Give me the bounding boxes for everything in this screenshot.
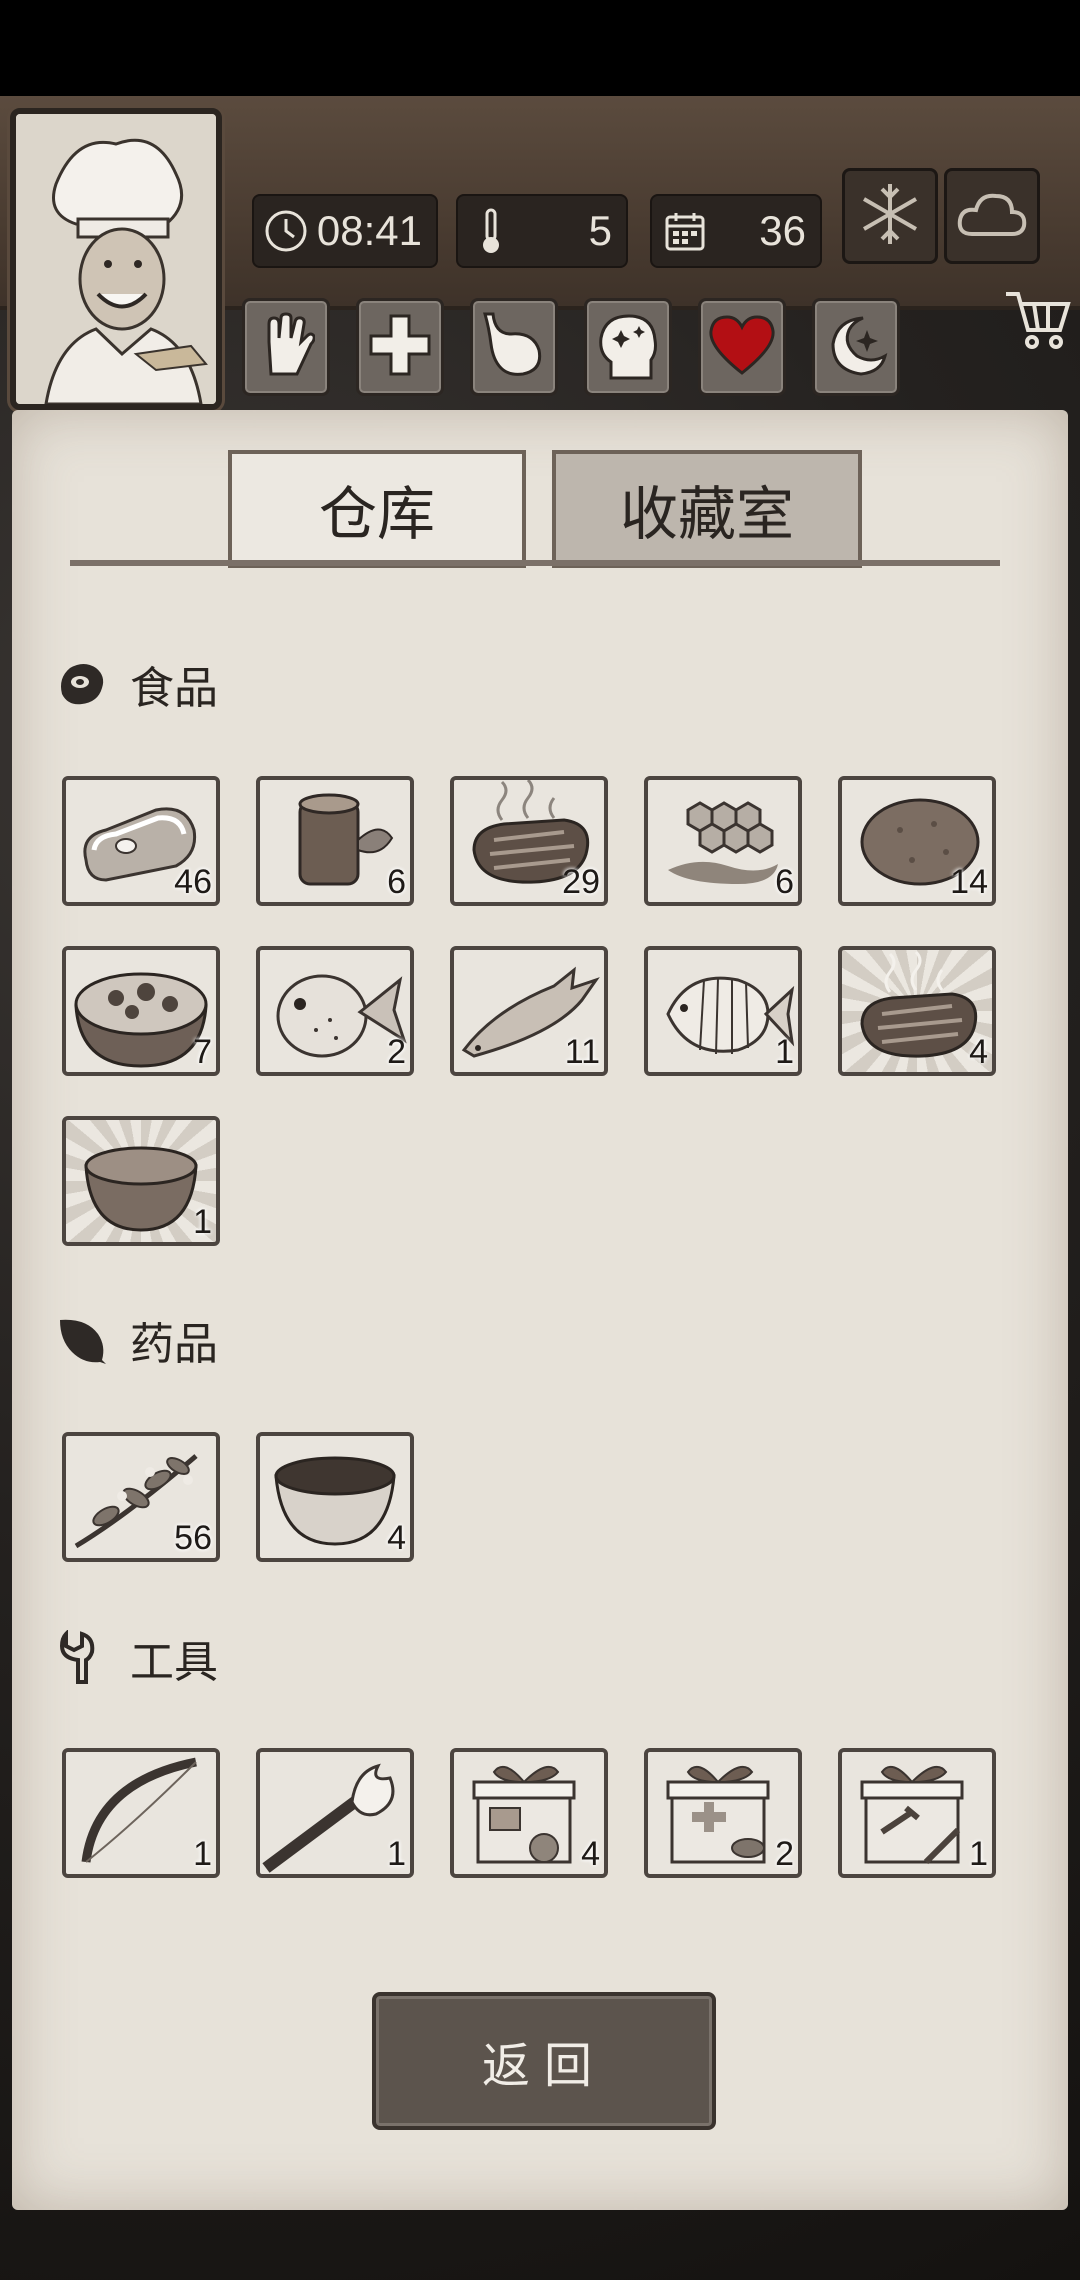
item-slot-honeycomb[interactable]: 6: [644, 776, 802, 906]
health-stat-button[interactable]: [356, 298, 444, 396]
clock-icon: [262, 206, 311, 256]
temperature-value: 5: [588, 207, 612, 254]
shop-cart-button[interactable]: [1002, 284, 1072, 354]
item-slot-log-with-leaf[interactable]: 6: [256, 776, 414, 906]
item-slot-raw-meat[interactable]: 46: [62, 776, 220, 906]
item-slot-medicine-bowl[interactable]: 4: [256, 1432, 414, 1562]
item-count: 2: [775, 1835, 794, 1873]
item-slot-salad-bowl[interactable]: 7: [62, 946, 220, 1076]
item-slot-medicine-gift-box[interactable]: 2: [644, 1748, 802, 1878]
item-slot-herb-branch[interactable]: 56: [62, 1432, 220, 1562]
heart-icon: [707, 313, 777, 381]
tab-collection-room[interactable]: 收藏室: [552, 450, 862, 568]
section-food-title: 食品: [56, 654, 218, 714]
hand-icon: [257, 312, 316, 382]
snowflake-weather-button[interactable]: [842, 168, 938, 264]
temperature-display: 5: [456, 194, 628, 268]
item-slot-tropical-fish[interactable]: 1: [644, 946, 802, 1076]
section-tools-title: 工具: [56, 1628, 218, 1688]
cross-icon: [367, 312, 433, 382]
item-slot-food-gift-box[interactable]: 4: [450, 1748, 608, 1878]
item-count: 29: [562, 863, 600, 901]
item-slot-potato[interactable]: 14: [838, 776, 996, 906]
cloud-weather-button[interactable]: [944, 168, 1040, 264]
leaf-icon: [56, 1314, 108, 1366]
item-count: 14: [950, 863, 988, 901]
wrench-icon: [56, 1630, 108, 1684]
item-count: 2: [387, 1033, 406, 1071]
day-display: 36: [650, 194, 822, 268]
item-slot-tool-gift-box[interactable]: 1: [838, 1748, 996, 1878]
moon-star-icon: [823, 312, 889, 382]
item-count: 1: [387, 1835, 406, 1873]
cart-icon: [1002, 292, 1072, 358]
item-count: 56: [174, 1519, 212, 1557]
item-count: 4: [969, 1033, 988, 1071]
stomach-icon: [481, 310, 547, 384]
stomach-stat-button[interactable]: [470, 298, 558, 396]
item-count: 46: [174, 863, 212, 901]
item-count: 11: [564, 1033, 600, 1071]
item-count: 4: [581, 1835, 600, 1873]
item-slot-pufferfish[interactable]: 2: [256, 946, 414, 1076]
status-bar: [0, 0, 1080, 96]
item-count: 1: [193, 1203, 212, 1241]
item-slot-grilled-steak[interactable]: 29: [450, 776, 608, 906]
item-slot-grilled-steak-rare[interactable]: 4: [838, 946, 996, 1076]
chef-portrait[interactable]: [10, 108, 222, 410]
head-sparkle-icon: [595, 310, 661, 384]
item-slot-salmon[interactable]: 11: [450, 946, 608, 1076]
snowflake-icon: [855, 179, 925, 253]
clock-display: 08:41: [252, 194, 438, 268]
item-count: 1: [193, 1835, 212, 1873]
mind-stat-button[interactable]: [584, 298, 672, 396]
item-count: 4: [387, 1519, 406, 1557]
tab-warehouse[interactable]: 仓库: [228, 450, 526, 568]
heart-stat-button[interactable]: [698, 298, 786, 396]
item-slot-torch[interactable]: 1: [256, 1748, 414, 1878]
item-count: 6: [387, 863, 406, 901]
section-medicine-label: 药品: [130, 1319, 218, 1370]
tab-divider: [70, 560, 1000, 566]
item-count: 6: [775, 863, 794, 901]
item-count: 7: [193, 1033, 212, 1071]
item-slot-soup-bowl-rare[interactable]: 1: [62, 1116, 220, 1246]
time-value: 08:41: [316, 207, 422, 254]
thermometer-icon: [466, 206, 516, 256]
calendar-icon: [660, 206, 710, 256]
item-count: 1: [775, 1033, 794, 1071]
sleep-stat-button[interactable]: [812, 298, 900, 396]
hand-stat-button[interactable]: [242, 298, 330, 396]
item-count: 1: [969, 1835, 988, 1873]
section-food-label: 食品: [130, 663, 218, 714]
cloud-icon: [954, 186, 1030, 246]
meat-icon: [56, 658, 108, 710]
item-slot-bow[interactable]: 1: [62, 1748, 220, 1878]
back-button[interactable]: 返回: [372, 1992, 716, 2130]
section-medicine-title: 药品: [56, 1310, 218, 1370]
section-tools-label: 工具: [130, 1637, 218, 1688]
day-value: 36: [759, 207, 806, 254]
